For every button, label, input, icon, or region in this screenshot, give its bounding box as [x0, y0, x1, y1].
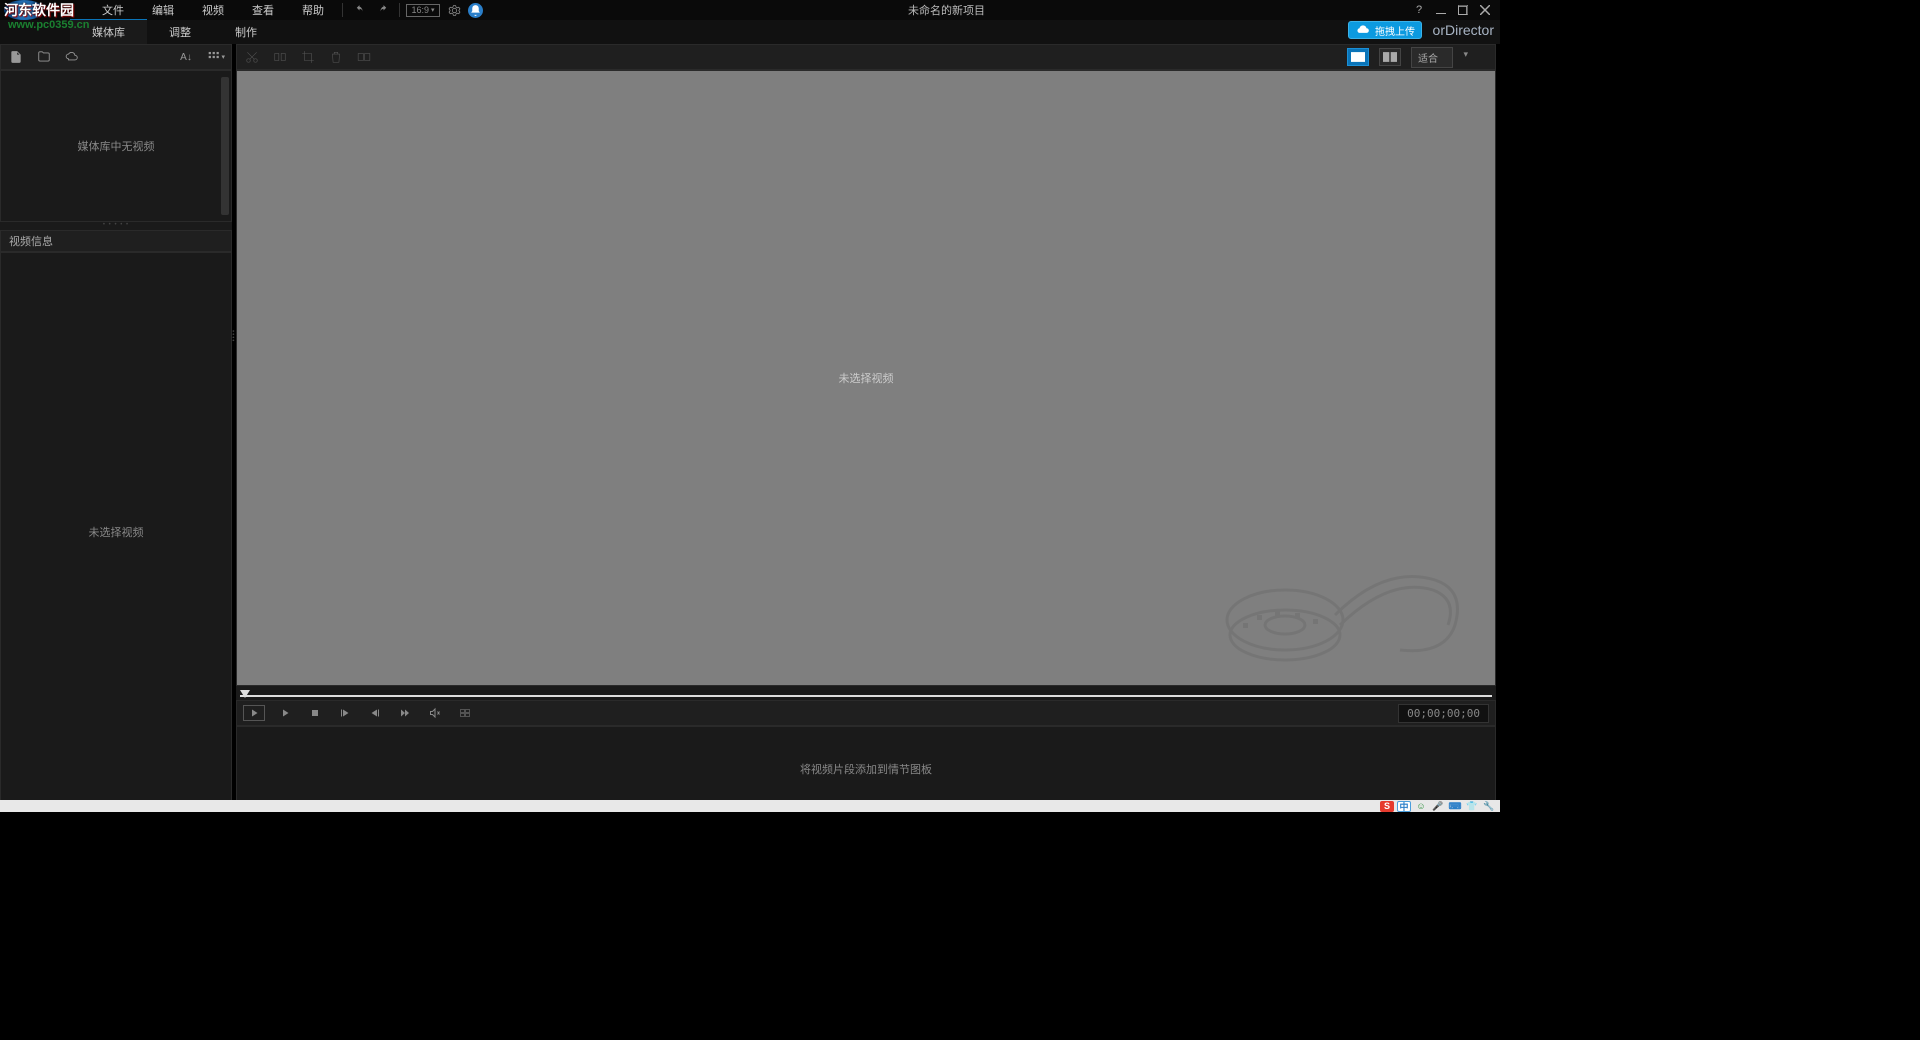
video-info-panel: 未选择视频: [0, 252, 232, 812]
tray-tool-icon[interactable]: 🔧: [1482, 801, 1496, 812]
brand-suffix: orDirector: [1433, 22, 1494, 38]
crop-icon: [299, 48, 317, 66]
grid-view-icon[interactable]: ▾: [207, 48, 225, 66]
tray-emoji-icon[interactable]: ☺: [1414, 801, 1428, 812]
menu-help[interactable]: 帮助: [288, 2, 338, 18]
notification-icon[interactable]: [468, 3, 483, 18]
timecode-display: 00;00;00;00: [1398, 704, 1489, 723]
separator: [342, 3, 343, 17]
settings-icon[interactable]: [444, 0, 464, 20]
tab-adjust[interactable]: 调整: [147, 20, 213, 44]
preview-toolbar: 适合: [236, 44, 1496, 70]
zoom-fit-select[interactable]: 适合: [1411, 47, 1453, 68]
menu-edit[interactable]: 编辑: [138, 2, 188, 18]
tab-produce[interactable]: 制作: [213, 20, 279, 44]
cut-icon: [243, 48, 261, 66]
import-folder-icon[interactable]: [35, 48, 53, 66]
tray-keyboard-icon[interactable]: ⌨: [1448, 801, 1462, 812]
info-empty-text: 未选择视频: [89, 524, 144, 540]
watermark-text: 河东软件园: [4, 0, 74, 20]
minimize-icon[interactable]: [1430, 0, 1452, 20]
stop-icon[interactable]: [305, 703, 325, 723]
tray-sogou-icon[interactable]: S: [1380, 801, 1394, 812]
cloud-icon[interactable]: [63, 48, 81, 66]
compare-icon: [355, 48, 373, 66]
separator: [399, 3, 400, 17]
film-reel-decor-icon: [1205, 525, 1485, 705]
menu-video[interactable]: 视频: [188, 2, 238, 18]
mute-icon[interactable]: [425, 703, 445, 723]
tray-skin-icon[interactable]: 👕: [1465, 801, 1479, 812]
delete-icon: [327, 48, 345, 66]
upload-badge[interactable]: 拖拽上传: [1348, 21, 1422, 39]
main-area: 适合 未选择视频 00;00;00: [236, 44, 1496, 812]
undo-icon[interactable]: [349, 0, 369, 20]
menu-bar: 文件 编辑 视频 查看 帮助 16:9▾ 未命名的新项目 ?: [0, 0, 1500, 20]
scrub-playhead[interactable]: [240, 690, 250, 698]
tray-mic-icon[interactable]: 🎤: [1431, 801, 1445, 812]
watermark-url: www.pc0359.cn: [8, 19, 90, 31]
maximize-icon[interactable]: [1452, 0, 1474, 20]
tray-ime-icon[interactable]: 中: [1397, 801, 1411, 812]
video-info-header: 视频信息: [0, 230, 232, 252]
menu-view[interactable]: 查看: [238, 2, 288, 18]
library-scrollbar[interactable]: [221, 77, 229, 215]
preview-empty-text: 未选择视频: [839, 370, 894, 386]
cloud-upload-icon: [1355, 22, 1371, 38]
redo-icon[interactable]: [373, 0, 393, 20]
project-title: 未命名的新项目: [485, 2, 1408, 18]
left-panel: A↓ ▾ 媒体库中无视频 • • • • • 视频信息 未选择视频: [0, 44, 232, 812]
media-library[interactable]: 媒体库中无视频: [0, 70, 232, 222]
fast-forward-icon[interactable]: [395, 703, 415, 723]
prev-frame-icon[interactable]: [335, 703, 355, 723]
help-icon[interactable]: ?: [1408, 0, 1430, 20]
split-icon: [271, 48, 289, 66]
panel-drag-handle-h[interactable]: • • • • •: [0, 222, 232, 230]
aspect-ratio-icon[interactable]: 16:9▾: [406, 4, 440, 17]
system-tray: S 中 ☺ 🎤 ⌨ 👕 🔧: [0, 800, 1500, 812]
view-dual-icon[interactable]: [1379, 48, 1401, 66]
scrub-track: [240, 695, 1492, 697]
scrub-bar[interactable]: [236, 686, 1496, 700]
snapshot-icon[interactable]: [455, 703, 475, 723]
close-icon[interactable]: [1474, 0, 1496, 20]
panel-drag-handle-v[interactable]: ••••: [229, 330, 235, 342]
next-frame-icon[interactable]: [365, 703, 385, 723]
upload-label: 拖拽上传: [1375, 23, 1415, 38]
view-single-icon[interactable]: [1347, 48, 1369, 66]
play-icon[interactable]: [275, 703, 295, 723]
sort-button[interactable]: A↓: [175, 48, 197, 66]
mode-tabs: 媒体库 调整 制作: [0, 20, 1500, 44]
menu-file[interactable]: 文件: [88, 2, 138, 18]
preview-canvas[interactable]: 未选择视频: [236, 70, 1496, 686]
library-toolbar: A↓ ▾: [0, 44, 232, 70]
play-mode-icon[interactable]: [243, 705, 265, 721]
media-empty-text: 媒体库中无视频: [78, 138, 155, 154]
storyboard-hint-text: 将视频片段添加到情节图板: [800, 761, 932, 777]
import-file-icon[interactable]: [7, 48, 25, 66]
